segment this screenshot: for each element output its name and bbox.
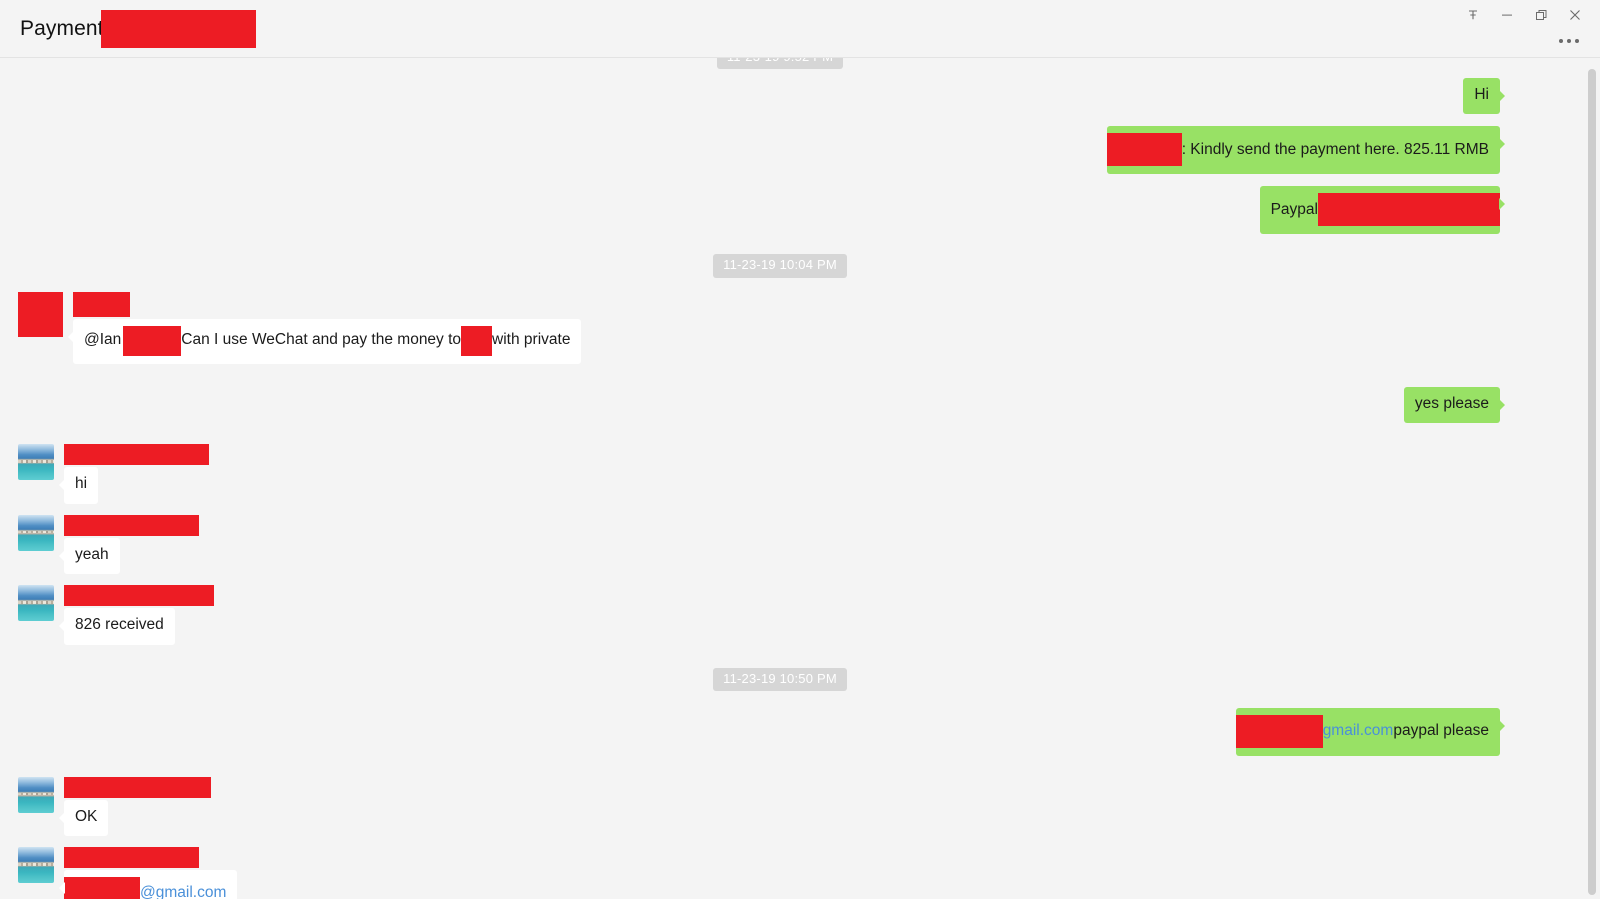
message-list[interactable]: 11-23-19 9:52 PM Hi : Kindly send the pa… bbox=[0, 58, 1600, 899]
message-stack: : Kindly send the payment here. 825.11 R… bbox=[1106, 126, 1506, 175]
minimize-button[interactable] bbox=[1490, 0, 1524, 30]
message-stack: Hi bbox=[1463, 78, 1505, 115]
message-row: gmail.com paypal please bbox=[0, 707, 1560, 756]
redaction-block bbox=[1106, 133, 1182, 167]
message-stack: OK bbox=[58, 776, 211, 837]
message-bubble[interactable]: Hi bbox=[1463, 78, 1505, 115]
avatar[interactable] bbox=[18, 776, 54, 813]
message-bubble[interactable]: : Kindly send the payment here. 825.11 R… bbox=[1106, 126, 1506, 175]
timestamp-label: 11-23-19 10:50 PM bbox=[713, 667, 847, 691]
message-text: yeah bbox=[75, 545, 109, 563]
message-bubble[interactable]: gmail.com paypal please bbox=[1235, 707, 1506, 756]
sender-name-redaction bbox=[64, 444, 209, 466]
message-stack: yeah bbox=[59, 514, 199, 575]
message-text: yes please bbox=[1414, 394, 1489, 412]
redaction-block bbox=[123, 325, 182, 356]
timestamp-divider: 11-23-19 9:52 PM bbox=[0, 58, 1560, 70]
message-row: Hi bbox=[0, 78, 1560, 115]
message-row: yes please bbox=[0, 386, 1560, 424]
message-stack: gmail.com paypal please bbox=[1235, 707, 1506, 756]
message-row: : Kindly send the payment here. 825.11 R… bbox=[0, 126, 1560, 175]
chat-window: Payment Hi: Kindly send the payment her… bbox=[0, 0, 1600, 899]
message-bubble[interactable]: OK bbox=[58, 799, 109, 837]
message-text: Can I use WeChat and pay the money to bbox=[181, 331, 462, 349]
message-bubble[interactable]: yes please bbox=[1403, 386, 1506, 424]
message-text: OK bbox=[75, 807, 98, 825]
avatar[interactable] bbox=[1510, 186, 1546, 222]
title-bar: Payment bbox=[0, 0, 1600, 58]
window-controls bbox=[1456, 0, 1592, 30]
message-bubble[interactable]: 826 received bbox=[59, 608, 175, 645]
timestamp-divider: 11-23-19 10:50 PM bbox=[0, 667, 1560, 691]
message-row: 826 received bbox=[0, 585, 1560, 645]
avatar[interactable] bbox=[18, 847, 54, 884]
redaction-block bbox=[461, 325, 493, 356]
more-dot bbox=[1567, 39, 1571, 43]
avatar[interactable] bbox=[1510, 126, 1546, 162]
page-title: Payment bbox=[20, 17, 104, 40]
avatar[interactable] bbox=[18, 444, 54, 481]
more-options-button[interactable] bbox=[1552, 28, 1586, 54]
message-bubble[interactable]: @gmail.com bbox=[58, 870, 238, 899]
message-text: Hi bbox=[1474, 86, 1489, 103]
sender-name-redaction bbox=[64, 585, 214, 607]
avatar[interactable] bbox=[1510, 78, 1546, 114]
scrollbar-thumb[interactable] bbox=[1588, 69, 1596, 895]
pin-icon[interactable] bbox=[1456, 0, 1490, 30]
more-dot bbox=[1559, 39, 1563, 43]
sender-name-redaction bbox=[73, 291, 130, 317]
redaction-block bbox=[1235, 714, 1323, 748]
message-row: @gmail.com bbox=[0, 847, 1560, 899]
email-link[interactable]: gmail.com bbox=[1323, 721, 1394, 742]
message-text: @Ian bbox=[84, 331, 122, 349]
message-bubble[interactable]: @Ian Can I use WeChat and pay the money t… bbox=[67, 318, 582, 364]
message-text: with private bbox=[492, 331, 571, 349]
sender-name-redaction bbox=[64, 514, 199, 536]
message-stack: @gmail.com bbox=[58, 847, 238, 899]
message-row: OK bbox=[0, 776, 1560, 837]
timestamp-label: 11-23-19 9:52 PM bbox=[716, 58, 844, 70]
message-text: paypal please bbox=[1393, 721, 1489, 739]
message-text: Paypal bbox=[1270, 200, 1318, 218]
message-stack: @Ian Can I use WeChat and pay the money t… bbox=[67, 291, 582, 364]
message-stack: Paypal bbox=[1259, 186, 1506, 235]
message-bubble[interactable]: yeah bbox=[59, 537, 120, 575]
message-stack: hi bbox=[58, 444, 209, 504]
message-row: hi bbox=[0, 444, 1560, 504]
message-scroll-container: 11-23-19 9:52 PM Hi : Kindly send the pa… bbox=[0, 58, 1600, 899]
message-bubble[interactable]: Paypal bbox=[1259, 186, 1506, 235]
close-button[interactable] bbox=[1558, 0, 1592, 30]
sender-name-redaction bbox=[64, 776, 211, 798]
avatar[interactable] bbox=[18, 585, 54, 622]
avatar[interactable] bbox=[18, 291, 63, 337]
timestamp-divider: 11-23-19 10:04 PM bbox=[0, 254, 1560, 278]
avatar[interactable] bbox=[1510, 387, 1546, 423]
timestamp-label: 11-23-19 10:04 PM bbox=[713, 254, 847, 278]
vertical-scrollbar[interactable] bbox=[1586, 57, 1598, 899]
message-row: Paypal bbox=[0, 186, 1560, 235]
message-stack: yes please bbox=[1403, 386, 1506, 424]
more-dot bbox=[1575, 39, 1579, 43]
message-row: @Ian Can I use WeChat and pay the money t… bbox=[0, 291, 1560, 364]
message-bubble[interactable]: hi bbox=[58, 467, 99, 504]
title-redaction-block bbox=[100, 9, 256, 48]
avatar[interactable] bbox=[18, 514, 54, 551]
maximize-restore-button[interactable] bbox=[1524, 0, 1558, 30]
message-row: yeah bbox=[0, 514, 1560, 575]
chat-title-group: Payment bbox=[20, 0, 256, 57]
redaction-block bbox=[1318, 193, 1500, 227]
message-text: : Kindly send the payment here. 825.11 R… bbox=[1181, 140, 1489, 158]
message-stack: 826 received bbox=[59, 585, 214, 645]
avatar[interactable] bbox=[1510, 708, 1546, 744]
sender-name-redaction bbox=[64, 847, 199, 869]
email-link[interactable]: @gmail.com bbox=[140, 883, 226, 899]
message-text: 826 received bbox=[75, 616, 164, 634]
message-text: hi bbox=[75, 475, 88, 493]
redaction-block bbox=[64, 877, 140, 899]
